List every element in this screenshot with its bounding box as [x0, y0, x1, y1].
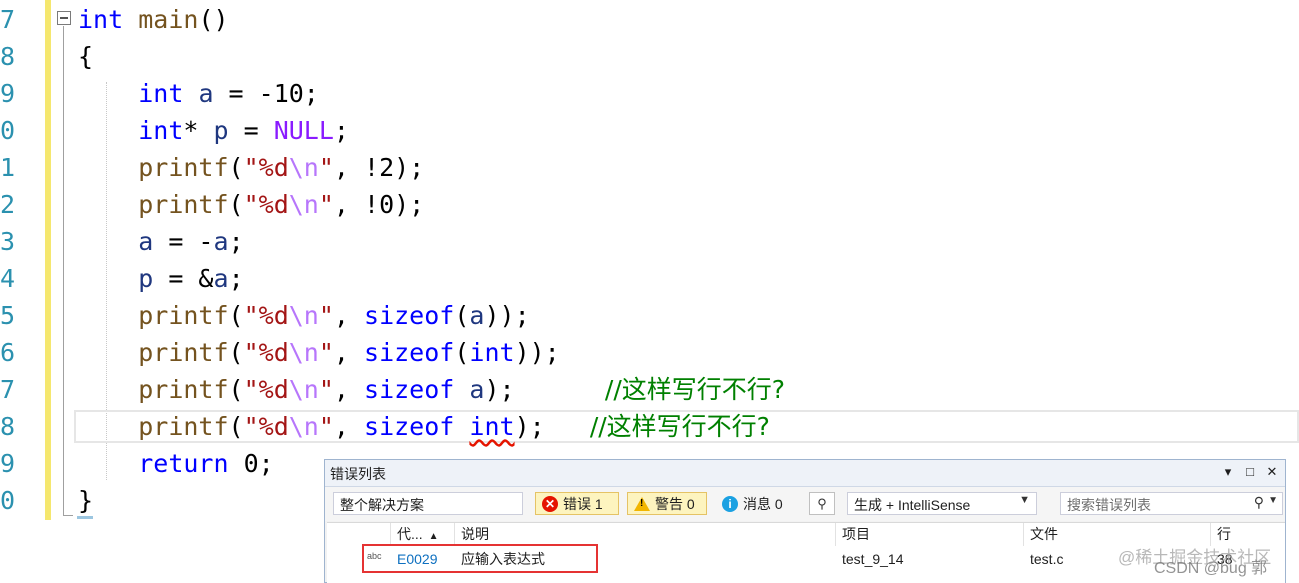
column-header-project-label: 项目 [842, 526, 870, 542]
column-header-description[interactable]: 说明 [455, 523, 836, 546]
search-input[interactable]: 搜索错误列表 ⚲ ▼ [1060, 492, 1283, 515]
scope-select[interactable]: 整个解决方案 [333, 492, 523, 515]
scope-select-value: 整个解决方案 [340, 497, 424, 513]
watermark-csdn: CSDN @bug 郭 [1154, 560, 1268, 577]
warning-icon [634, 496, 650, 511]
filter-icon[interactable]: ⚲ [809, 492, 835, 515]
error-project: test_9_14 [842, 551, 904, 567]
build-filter-value: 生成 + IntelliSense [854, 497, 971, 513]
errors-filter-label: 错误 1 [563, 495, 603, 512]
column-header-file-label: 文件 [1030, 526, 1058, 542]
annotation-highlight-box [362, 544, 598, 573]
close-icon[interactable]: ✕ [1263, 464, 1281, 480]
error-list-title: 错误列表 [330, 466, 386, 482]
search-placeholder: 搜索错误列表 [1067, 497, 1151, 513]
warnings-filter-label: 警告 0 [655, 495, 695, 512]
info-icon: i [722, 495, 738, 512]
maximize-icon[interactable]: □ [1241, 464, 1259, 479]
error-list-title-bar: 错误列表 ▾ □ ✕ [325, 460, 1285, 487]
column-header-code[interactable]: 代... ▲ [391, 523, 455, 546]
search-icon: ⚲ [1253, 494, 1264, 510]
error-list-toolbar: 整个解决方案 ✕ 错误 1 警告 0 i 消息 0 ⚲ 生成 + Intelli… [325, 487, 1285, 521]
dropdown-icon[interactable]: ▾ [1219, 464, 1237, 480]
column-header-project[interactable]: 项目 [836, 523, 1024, 546]
error-icon: ✕ [542, 495, 558, 512]
messages-filter-label: 消息 0 [743, 495, 783, 512]
column-header-icon[interactable] [327, 523, 391, 546]
sort-ascending-icon: ▲ [428, 531, 439, 542]
errors-filter-button[interactable]: ✕ 错误 1 [535, 492, 619, 515]
messages-filter-button[interactable]: i 消息 0 [715, 492, 799, 515]
column-header-line-label: 行 [1217, 526, 1231, 542]
chevron-down-icon: ▼ [1019, 494, 1030, 506]
search-options-icon[interactable]: ▼ [1268, 495, 1278, 506]
warnings-filter-button[interactable]: 警告 0 [627, 492, 707, 515]
build-filter-select[interactable]: 生成 + IntelliSense ▼ [847, 492, 1037, 515]
column-header-description-label: 说明 [461, 526, 489, 542]
column-header-code-label: 代... [397, 526, 423, 542]
